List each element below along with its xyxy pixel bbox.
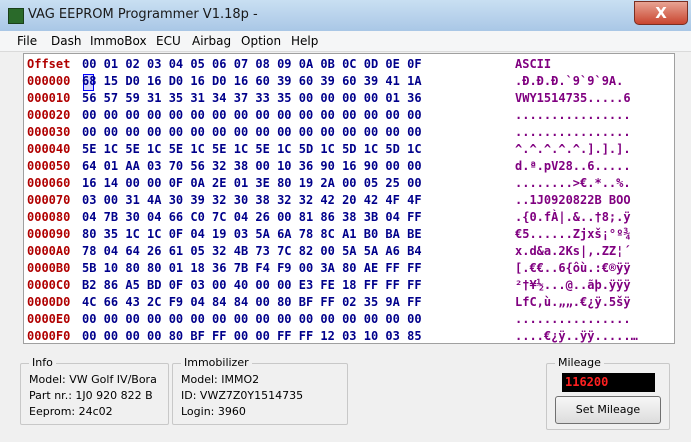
info-part-number: Part nr.: 1J0 920 822 B — [29, 389, 153, 402]
hex-row[interactable]: 0000D0 4C 66 43 2C F9 04 84 84 00 80 BF F… — [27, 294, 422, 311]
row-bytes[interactable]: 5B 10 80 80 01 18 36 7B F4 F9 00 3A 80 A… — [82, 261, 422, 275]
row-address: 000060 — [27, 176, 71, 190]
row-bytes[interactable]: 78 04 64 26 61 05 32 4B 73 7C 82 00 5A 5… — [82, 244, 422, 258]
row-address: 0000D0 — [27, 295, 71, 309]
row-bytes[interactable]: B2 86 A5 BD 0F 03 00 40 00 00 E3 FE 18 F… — [82, 278, 422, 292]
hex-rows[interactable]: 000000 68 15 D0 16 D0 16 D0 16 60 39 60 3… — [27, 73, 422, 343]
row-bytes[interactable]: 00 00 00 00 00 00 00 00 00 00 00 00 00 0… — [82, 108, 422, 122]
ascii-row[interactable]: ................ — [515, 124, 638, 141]
hex-row[interactable]: 000080 04 7B 30 04 66 C0 7C 04 26 00 81 8… — [27, 209, 422, 226]
window-title: VAG EEPROM Programmer V1.18p - — [28, 7, 258, 22]
row-bytes[interactable]: 16 14 00 00 0F 0A 2E 01 3E 80 19 2A 00 0… — [82, 176, 422, 190]
ascii-row[interactable]: €5......Zjxš¡°º¾ — [515, 226, 638, 243]
ascii-rows[interactable]: .Ð.Ð.Ð.`9`9`9A. VWY1514735.....6.........… — [515, 73, 638, 343]
immobilizer-title: Immobilizer — [181, 356, 252, 369]
info-eeprom: Eeprom: 24c02 — [29, 405, 113, 418]
row-bytes[interactable]: 00 00 00 00 80 BF FF 00 00 FF FF 12 03 1… — [82, 329, 422, 343]
hex-row[interactable]: 000060 16 14 00 00 0F 0A 2E 01 3E 80 19 2… — [27, 175, 422, 192]
ascii-row[interactable]: ^.^.^.^.^.].].]. — [515, 141, 638, 158]
menu-file[interactable]: File — [17, 34, 37, 48]
row-address: 0000B0 — [27, 261, 71, 275]
hex-row[interactable]: 000000 68 15 D0 16 D0 16 D0 16 60 39 60 3… — [27, 73, 422, 90]
info-title: Info — [29, 356, 56, 369]
row-address: 000020 — [27, 108, 71, 122]
row-address: 000080 — [27, 210, 71, 224]
ascii-row[interactable]: ....€¿ÿ..ÿÿ.....… — [515, 328, 638, 343]
column-header: 00 01 02 03 04 05 06 07 08 09 0A 0B 0C 0… — [82, 57, 422, 71]
ascii-row[interactable]: ................ — [515, 107, 638, 124]
ascii-panel[interactable]: ASCII .Ð.Ð.Ð.`9`9`9A. VWY1514735.....6...… — [512, 53, 675, 344]
hex-row[interactable]: 0000C0 B2 86 A5 BD 0F 03 00 40 00 00 E3 F… — [27, 277, 422, 294]
row-bytes[interactable]: 5E 1C 5E 1C 5E 1C 5E 1C 5E 1C 5D 1C 5D 1… — [82, 142, 422, 156]
row-address: 000040 — [27, 142, 71, 156]
title-bar: VAG EEPROM Programmer V1.18p - X — [0, 0, 691, 32]
hex-row[interactable]: 000040 5E 1C 5E 1C 5E 1C 5E 1C 5E 1C 5D 1… — [27, 141, 422, 158]
row-address: 000010 — [27, 91, 71, 105]
menu-option[interactable]: Option — [241, 34, 281, 48]
app-icon — [8, 8, 24, 24]
row-bytes[interactable]: 00 00 00 00 00 00 00 00 00 00 00 00 00 0… — [82, 312, 422, 326]
ascii-row[interactable]: d.ª.pV28..6..... — [515, 158, 638, 175]
row-address: 000050 — [27, 159, 71, 173]
ascii-row[interactable]: ........>€.*..%. — [515, 175, 638, 192]
info-model: Model: VW Golf IV/Bora — [29, 373, 157, 386]
row-bytes[interactable]: 64 01 AA 03 70 56 32 38 00 10 36 90 16 9… — [82, 159, 422, 173]
ascii-row[interactable]: .{0.fÀ|.&..†8;.ÿ — [515, 209, 638, 226]
ascii-row[interactable]: LfC,ù.„„.€¿ÿ.5šÿ — [515, 294, 638, 311]
hex-editor[interactable]: Offset 00 01 02 03 04 05 06 07 08 09 0A … — [23, 53, 522, 344]
hex-row[interactable]: 000050 64 01 AA 03 70 56 32 38 00 10 36 9… — [27, 158, 422, 175]
hex-row[interactable]: 000090 80 35 1C 1C 0F 04 19 03 5A 6A 78 8… — [27, 226, 422, 243]
row-bytes[interactable]: 00 00 00 00 00 00 00 00 00 00 00 00 00 0… — [82, 125, 422, 139]
row-bytes[interactable]: 68 15 D0 16 D0 16 D0 16 60 39 60 39 60 3… — [82, 74, 422, 88]
immo-login: Login: 3960 — [181, 405, 246, 418]
menu-help[interactable]: Help — [291, 34, 318, 48]
hex-row[interactable]: 000020 00 00 00 00 00 00 00 00 00 00 00 0… — [27, 107, 422, 124]
row-address: 0000C0 — [27, 278, 71, 292]
ascii-row[interactable]: x.d&a.2Ks|‚.ZZ¦´ — [515, 243, 638, 260]
row-address: 0000E0 — [27, 312, 71, 326]
hex-row[interactable]: 0000E0 00 00 00 00 00 00 00 00 00 00 00 0… — [27, 311, 422, 328]
row-address: 0000F0 — [27, 329, 71, 343]
offset-header: Offset — [27, 57, 71, 71]
row-address: 000090 — [27, 227, 71, 241]
ascii-row[interactable]: ................ — [515, 311, 638, 328]
row-address: 000000 — [27, 74, 71, 88]
menu-ecu[interactable]: ECU — [156, 34, 181, 48]
immo-id: ID: VWZ7Z0Y1514735 — [181, 389, 304, 402]
hex-row[interactable]: 000070 03 00 31 4A 30 39 32 30 38 32 32 4… — [27, 192, 422, 209]
hex-row[interactable]: 0000A0 78 04 64 26 61 05 32 4B 73 7C 82 0… — [27, 243, 422, 260]
ascii-header: ASCII — [515, 57, 552, 71]
hex-row[interactable]: 000010 56 57 59 31 35 31 34 37 33 35 00 0… — [27, 90, 422, 107]
ascii-row[interactable]: ²†¥½...@..ãþ.ÿÿÿ — [515, 277, 638, 294]
immobilizer-group: Immobilizer Model: IMMO2 ID: VWZ7Z0Y1514… — [172, 356, 348, 425]
immo-model: Model: IMMO2 — [181, 373, 260, 386]
row-address: 000030 — [27, 125, 71, 139]
menu-airbag[interactable]: Airbag — [192, 34, 231, 48]
ascii-row[interactable]: VWY1514735.....6 — [515, 90, 638, 107]
mileage-display[interactable]: 116200 — [562, 373, 655, 392]
close-button[interactable]: X — [634, 1, 688, 25]
menu-immobox[interactable]: ImmoBox — [90, 34, 147, 48]
menu-bar: File Dash ImmoBox ECU Airbag Option Help — [0, 31, 691, 52]
row-address: 000070 — [27, 193, 71, 207]
hex-row[interactable]: 000030 00 00 00 00 00 00 00 00 00 00 00 0… — [27, 124, 422, 141]
hex-row[interactable]: 0000F0 00 00 00 00 80 BF FF 00 00 FF FF 1… — [27, 328, 422, 343]
set-mileage-button[interactable]: Set Mileage — [555, 396, 661, 424]
mileage-title: Mileage — [555, 356, 604, 369]
row-bytes[interactable]: 03 00 31 4A 30 39 32 30 38 32 32 42 20 4… — [82, 193, 422, 207]
row-bytes[interactable]: 4C 66 43 2C F9 04 84 84 00 80 BF FF 02 3… — [82, 295, 422, 309]
ascii-row[interactable]: .Ð.Ð.Ð.`9`9`9A. — [515, 73, 638, 90]
row-bytes[interactable]: 04 7B 30 04 66 C0 7C 04 26 00 81 86 38 3… — [82, 210, 422, 224]
ascii-row[interactable]: [.€€..6{ôù.:€®ÿÿ — [515, 260, 638, 277]
row-bytes[interactable]: 56 57 59 31 35 31 34 37 33 35 00 00 00 0… — [82, 91, 422, 105]
info-group: Info Model: VW Golf IV/Bora Part nr.: 1J… — [20, 356, 169, 425]
row-address: 0000A0 — [27, 244, 71, 258]
ascii-row[interactable]: ..1J0920822B BOO — [515, 192, 638, 209]
row-bytes[interactable]: 80 35 1C 1C 0F 04 19 03 5A 6A 78 8C A1 B… — [82, 227, 422, 241]
menu-dash[interactable]: Dash — [51, 34, 81, 48]
hex-row[interactable]: 0000B0 5B 10 80 80 01 18 36 7B F4 F9 00 3… — [27, 260, 422, 277]
